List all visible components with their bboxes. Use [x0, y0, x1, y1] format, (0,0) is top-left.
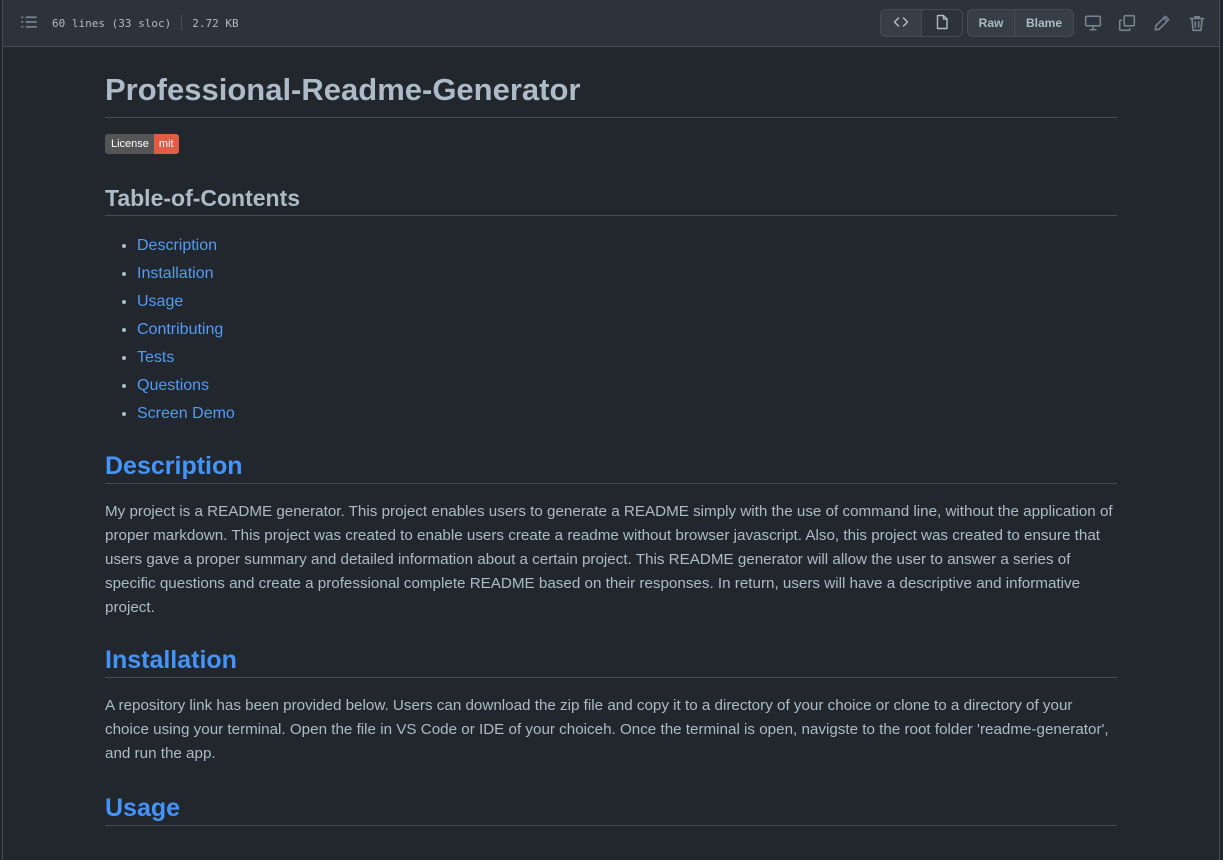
toc-heading: Table-of-Contents	[105, 183, 1117, 216]
license-badge-label: License	[105, 134, 154, 154]
installation-text: A repository link has been provided belo…	[105, 697, 1109, 762]
license-badge-value: mit	[153, 134, 179, 154]
raw-button[interactable]: Raw	[968, 10, 1015, 36]
pencil-icon[interactable]	[1153, 14, 1171, 32]
toc-link-description[interactable]: Description	[137, 237, 217, 254]
raw-blame-group: Raw Blame	[967, 9, 1074, 37]
list-item: Questions	[137, 372, 1117, 400]
license-badge[interactable]: License mit	[105, 134, 179, 154]
toc-link-screen-demo[interactable]: Screen Demo	[137, 405, 235, 422]
code-icon	[893, 14, 909, 33]
usage-heading: Usage	[105, 793, 1117, 826]
toc-link-installation[interactable]: Installation	[137, 265, 214, 282]
file-viewer: 60 lines (33 sloc) 2.72 KB Raw Blame Pro…	[2, 0, 1220, 860]
toc-link-usage[interactable]: Usage	[137, 293, 183, 310]
list-item: Installation	[137, 260, 1117, 288]
installation-heading: Installation	[105, 645, 1117, 678]
file-info-divider	[181, 15, 183, 31]
blame-button[interactable]: Blame	[1015, 10, 1073, 36]
copy-icon[interactable]	[1118, 14, 1136, 32]
view-mode-toggle	[880, 9, 963, 37]
list-item: Description	[137, 232, 1117, 260]
toc-list: Description Installation Usage Contribut…	[105, 232, 1117, 428]
description-heading: Description	[105, 451, 1117, 484]
desktop-icon[interactable]	[1084, 14, 1102, 32]
code-view-button[interactable]	[881, 10, 922, 36]
file-info: 60 lines (33 sloc) 2.72 KB	[52, 15, 239, 31]
list-item: Tests	[137, 344, 1117, 372]
toc-link-tests[interactable]: Tests	[137, 349, 174, 366]
list-item: Screen Demo	[137, 400, 1117, 428]
toc-link-contributing[interactable]: Contributing	[137, 321, 223, 338]
file-line-count: 60 lines (33 sloc)	[52, 16, 172, 30]
list-unordered-icon[interactable]	[20, 13, 38, 31]
file-header-toolbar: 60 lines (33 sloc) 2.72 KB Raw Blame	[3, 0, 1219, 47]
readme-content: Professional-Readme-Generator License mi…	[105, 60, 1117, 826]
toc-link-questions[interactable]: Questions	[137, 377, 209, 394]
file-icon	[934, 14, 950, 33]
list-item: Contributing	[137, 316, 1117, 344]
list-item: Usage	[137, 288, 1117, 316]
description-text: My project is a README generator. This p…	[105, 503, 1113, 616]
preview-view-button[interactable]	[921, 10, 962, 36]
trash-icon[interactable]	[1188, 14, 1206, 32]
file-size: 2.72 KB	[192, 16, 239, 30]
readme-title: Professional-Readme-Generator	[105, 60, 1117, 118]
